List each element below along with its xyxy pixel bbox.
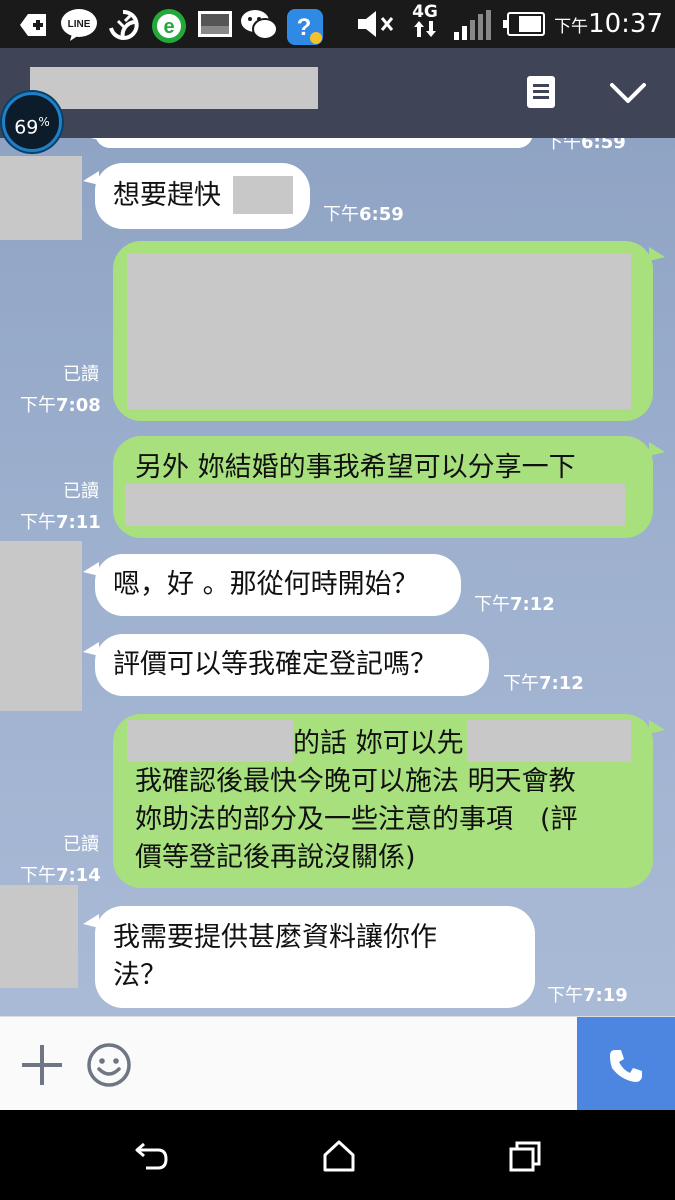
message-bubble-incoming[interactable]: 嗯，好 。那從何時開始？ xyxy=(83,554,461,616)
status-bar: LINE e ? 4G 下午10:37 xyxy=(0,0,675,48)
emoji-icon[interactable] xyxy=(86,1042,132,1088)
message-bubble-incoming[interactable]: 想要趕快 xyxy=(83,163,310,229)
status-time: 下午10:37 xyxy=(554,9,663,39)
time-prefix: 下午 xyxy=(323,204,359,225)
svg-text:e: e xyxy=(163,16,174,38)
redacted-text xyxy=(467,720,631,762)
avatar[interactable] xyxy=(0,156,82,240)
message-bubble-outgoing[interactable]: 的話 妳可以先 我確認後最快今晚可以施法 明天會教 妳助法的部分及一些注意的事項… xyxy=(113,714,665,888)
message-bubble-outgoing[interactable] xyxy=(113,241,665,421)
4g-icon: 4G xyxy=(410,4,440,41)
line-app-icon: LINE xyxy=(61,9,97,41)
back-icon[interactable] xyxy=(134,1140,170,1172)
message-text-line: 妳助法的部分及一些注意的事項 (評 xyxy=(135,804,578,835)
add-icon xyxy=(20,14,46,36)
browser-icon: e xyxy=(152,9,186,43)
battery-unit: % xyxy=(38,115,50,129)
home-icon[interactable] xyxy=(322,1140,356,1172)
mute-icon xyxy=(358,11,394,37)
message-time: 下午6:59 xyxy=(323,200,404,226)
time-value: 7:12 xyxy=(539,673,584,694)
time-value: 7:19 xyxy=(583,985,628,1006)
chevron-down-icon[interactable] xyxy=(608,72,648,112)
data-arrows-icon xyxy=(414,21,436,37)
message-bubble-outgoing[interactable]: 另外 妳結婚的事我希望可以分享一下 xyxy=(113,436,665,538)
menu-icon[interactable] xyxy=(527,76,555,108)
message-text-line: 的話 妳可以先 xyxy=(293,728,464,759)
phone-icon xyxy=(610,1050,642,1082)
time-value: 7:14 xyxy=(56,865,101,886)
time-value: 7:12 xyxy=(510,594,555,615)
message-time: 下午7:14 xyxy=(20,861,101,887)
signal-icon xyxy=(454,10,491,40)
time-value: 7:11 xyxy=(56,512,101,533)
time-prefix: 下午 xyxy=(547,985,583,1006)
battery-value: 69 xyxy=(14,116,39,139)
redacted-text xyxy=(127,253,631,409)
time-prefix: 下午 xyxy=(474,594,510,615)
svg-text:LINE: LINE xyxy=(68,19,91,30)
message-time: 下午6:59 xyxy=(545,138,626,154)
network-label: 4G xyxy=(412,2,438,22)
message-time: 下午7:19 xyxy=(547,981,628,1007)
message-time: 下午7:11 xyxy=(20,508,101,534)
redacted-text xyxy=(125,484,625,526)
time-prefix: 下午 xyxy=(545,138,581,153)
message-bubble-incoming[interactable]: 我需要提供甚麼資料讓你作 法？ xyxy=(83,906,535,1008)
sync-icon xyxy=(109,9,139,40)
read-receipt: 已讀 xyxy=(63,481,99,502)
message-bubble-incoming[interactable]: 評價可以等我確定登記嗎？ xyxy=(83,634,489,696)
message-text: 另外 妳結婚的事我希望可以分享一下 xyxy=(135,452,576,483)
time-prefix: 下午 xyxy=(554,17,589,37)
time-value: 6:59 xyxy=(581,138,626,153)
call-button[interactable] xyxy=(577,1017,675,1111)
read-receipt: 已讀 xyxy=(63,834,99,855)
image-icon xyxy=(198,11,232,37)
message-text-line: 價等登記後再說沒關係) xyxy=(135,842,416,873)
time-value: 6:59 xyxy=(359,204,404,225)
time-prefix: 下午 xyxy=(20,512,56,533)
time-value: 10:37 xyxy=(588,9,663,39)
time-prefix: 下午 xyxy=(503,673,539,694)
time-prefix: 下午 xyxy=(20,865,56,886)
avatar[interactable] xyxy=(0,885,78,988)
recents-icon[interactable] xyxy=(508,1140,542,1172)
plus-icon[interactable] xyxy=(22,1045,62,1085)
message-text: 嗯，好 。那從何時開始？ xyxy=(113,569,419,600)
wechat-icon xyxy=(241,10,278,40)
time-prefix: 下午 xyxy=(20,395,56,416)
message-time: 下午7:12 xyxy=(503,669,584,695)
chat-header xyxy=(0,48,675,138)
chat-area[interactable]: 下午6:59 想要趕快 下午6:59 已讀 下午7:08 已讀 下午7:11 另… xyxy=(0,138,675,1016)
input-bar xyxy=(0,1016,675,1111)
message-text: 評價可以等我確定登記嗎？ xyxy=(113,649,437,680)
avatar[interactable] xyxy=(0,541,82,711)
redacted-text xyxy=(233,176,293,214)
message-time: 下午7:08 xyxy=(20,391,101,417)
help-app-icon: ? xyxy=(287,9,323,45)
message-text-line: 我需要提供甚麼資料讓你作 xyxy=(113,922,437,953)
chat-title[interactable] xyxy=(30,67,318,109)
message-bubble-incoming[interactable] xyxy=(83,138,533,148)
message-time: 下午7:12 xyxy=(474,590,555,616)
read-receipt: 已讀 xyxy=(63,364,99,385)
battery-widget[interactable]: 69% xyxy=(2,92,62,152)
time-value: 7:08 xyxy=(56,395,101,416)
message-text-line: 法？ xyxy=(113,960,167,991)
redacted-text xyxy=(127,720,293,762)
battery-icon xyxy=(503,12,545,36)
message-text: 想要趕快 xyxy=(113,180,221,211)
message-text-line: 我確認後最快今晚可以施法 明天會教 xyxy=(135,766,576,797)
navigation-bar xyxy=(0,1110,675,1200)
svg-text:?: ? xyxy=(297,14,312,41)
